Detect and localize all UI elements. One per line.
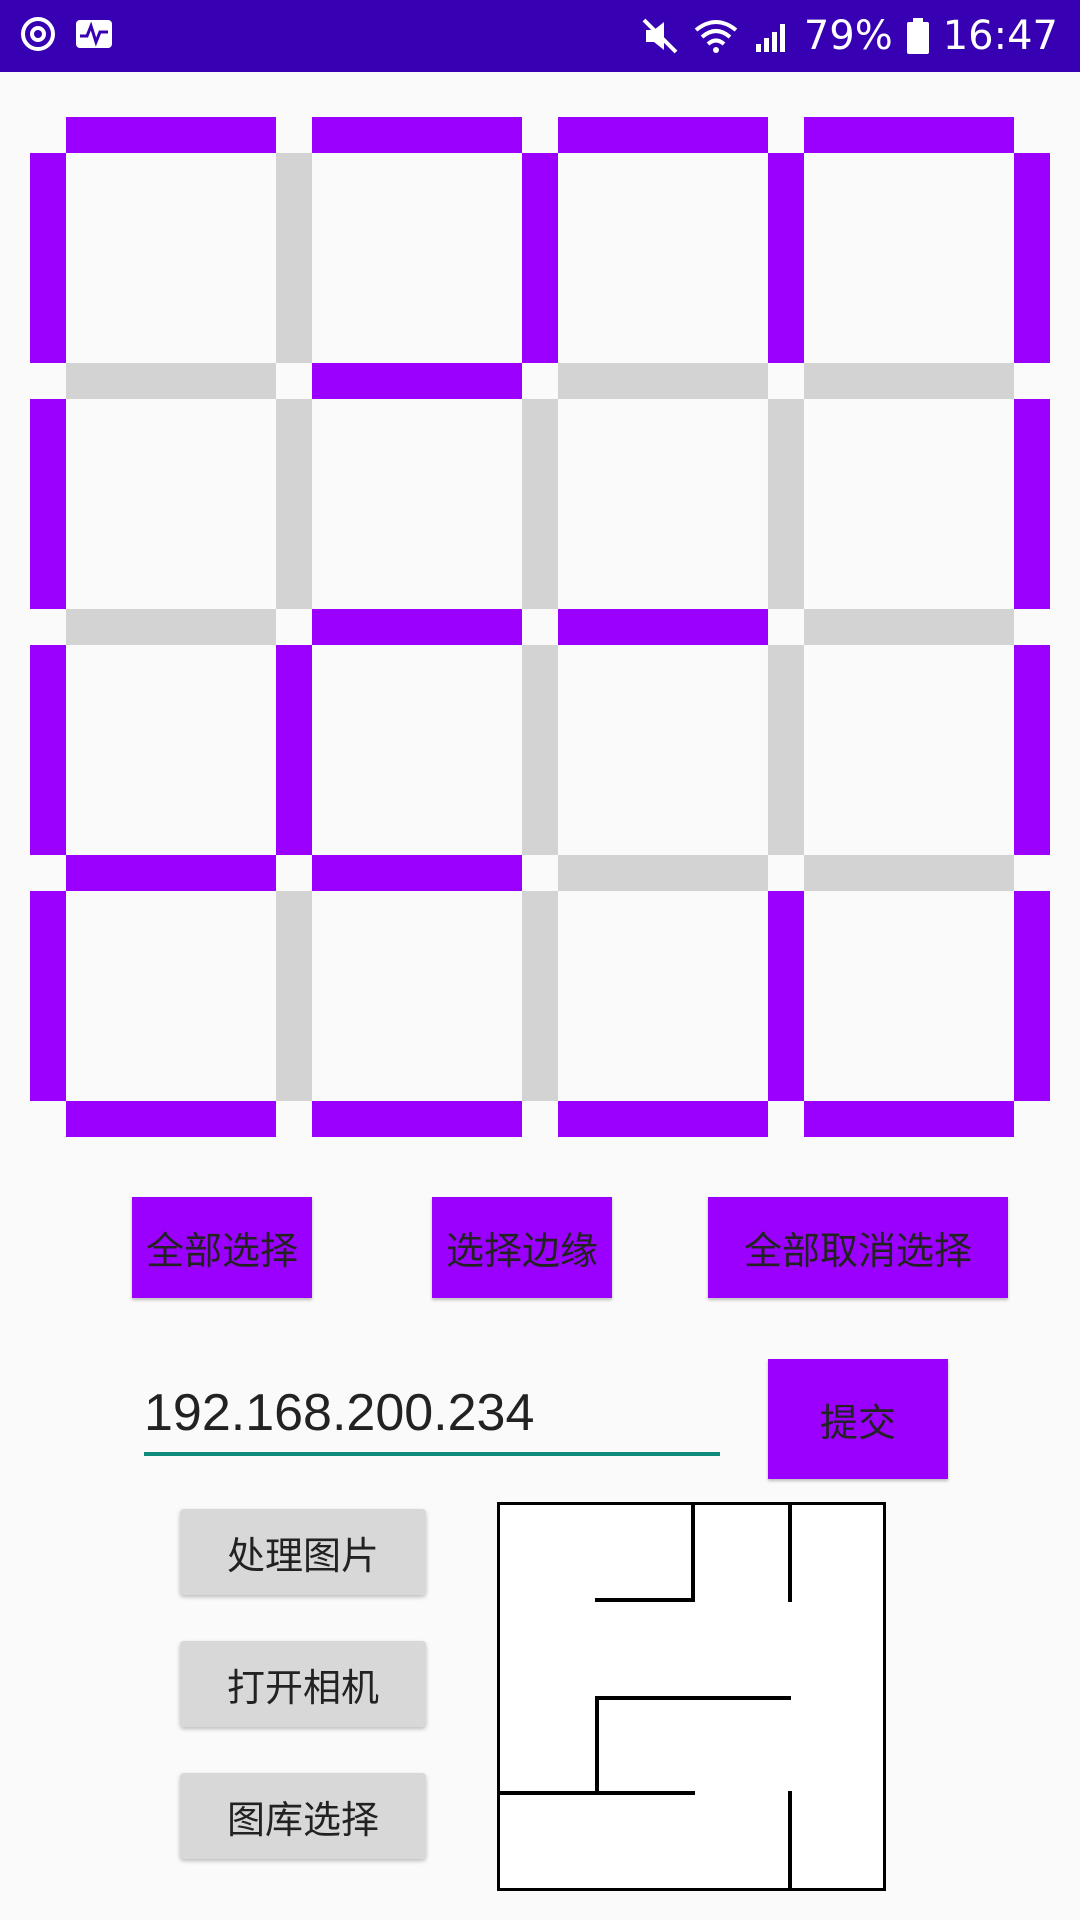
deselect-all-button[interactable]: 全部取消选择 (708, 1197, 1008, 1298)
vertical-segment[interactable] (522, 153, 558, 363)
vertical-segment[interactable] (30, 645, 66, 855)
horizontal-segment[interactable] (558, 1101, 768, 1137)
horizontal-segment[interactable] (312, 609, 522, 645)
horizontal-segment[interactable] (804, 609, 1014, 645)
select-all-button[interactable]: 全部选择 (132, 1197, 312, 1298)
horizontal-segment[interactable] (558, 363, 768, 399)
maze-preview-image (497, 1502, 886, 1891)
maze-wall (500, 1791, 695, 1795)
open-camera-button[interactable]: 打开相机 (180, 1641, 426, 1727)
horizontal-segment[interactable] (66, 363, 276, 399)
gallery-select-button[interactable]: 图库选择 (180, 1773, 426, 1859)
maze-wall (595, 1598, 695, 1602)
segment-grid (0, 0, 1080, 1200)
vertical-segment[interactable] (1014, 399, 1050, 609)
horizontal-segment[interactable] (312, 855, 522, 891)
horizontal-segment[interactable] (66, 117, 276, 153)
vertical-segment[interactable] (768, 153, 804, 363)
vertical-segment[interactable] (768, 891, 804, 1101)
vertical-segment[interactable] (1014, 891, 1050, 1101)
vertical-segment[interactable] (522, 645, 558, 855)
select-edges-button[interactable]: 选择边缘 (432, 1197, 612, 1298)
horizontal-segment[interactable] (804, 855, 1014, 891)
horizontal-segment[interactable] (66, 609, 276, 645)
vertical-segment[interactable] (30, 399, 66, 609)
ip-address-input[interactable] (144, 1378, 720, 1448)
vertical-segment[interactable] (276, 645, 312, 855)
horizontal-segment[interactable] (312, 1101, 522, 1137)
maze-wall (788, 1505, 792, 1602)
horizontal-segment[interactable] (66, 1101, 276, 1137)
horizontal-segment[interactable] (312, 363, 522, 399)
vertical-segment[interactable] (276, 891, 312, 1101)
vertical-segment[interactable] (1014, 153, 1050, 363)
vertical-segment[interactable] (30, 891, 66, 1101)
maze-wall (595, 1696, 599, 1793)
vertical-segment[interactable] (522, 399, 558, 609)
horizontal-segment[interactable] (558, 609, 768, 645)
vertical-segment[interactable] (30, 153, 66, 363)
vertical-segment[interactable] (276, 399, 312, 609)
maze-wall (691, 1505, 695, 1602)
vertical-segment[interactable] (522, 891, 558, 1101)
vertical-segment[interactable] (768, 645, 804, 855)
horizontal-segment[interactable] (804, 117, 1014, 153)
vertical-segment[interactable] (768, 399, 804, 609)
horizontal-segment[interactable] (558, 117, 768, 153)
horizontal-segment[interactable] (558, 855, 768, 891)
vertical-segment[interactable] (276, 153, 312, 363)
horizontal-segment[interactable] (312, 117, 522, 153)
horizontal-segment[interactable] (804, 363, 1014, 399)
maze-wall (595, 1696, 791, 1700)
submit-button[interactable]: 提交 (768, 1359, 948, 1479)
horizontal-segment[interactable] (804, 1101, 1014, 1137)
horizontal-segment[interactable] (66, 855, 276, 891)
process-image-button[interactable]: 处理图片 (180, 1509, 426, 1595)
ip-input-underline (144, 1452, 720, 1456)
maze-wall (788, 1791, 792, 1891)
vertical-segment[interactable] (1014, 645, 1050, 855)
